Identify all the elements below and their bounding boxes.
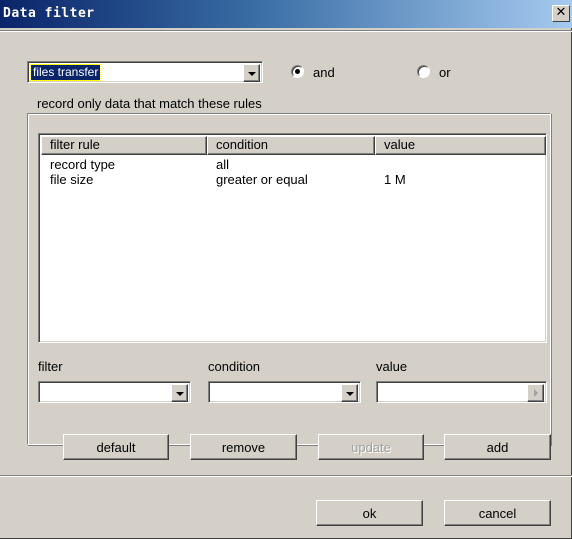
preset-select-value: files transfer <box>29 64 102 81</box>
column-header-filter-rule[interactable]: filter rule <box>41 136 207 155</box>
bottom-separator <box>0 475 572 477</box>
and-radio-label: and <box>313 65 335 80</box>
table-row[interactable]: file size greater or equal 1 M <box>41 172 544 187</box>
chevron-right-icon <box>527 384 544 402</box>
cancel-button[interactable]: cancel <box>444 500 551 526</box>
column-header-condition[interactable]: condition <box>207 136 375 155</box>
rules-table[interactable]: filter rule condition value record type … <box>38 133 547 343</box>
remove-button[interactable]: remove <box>190 434 297 460</box>
preset-select[interactable]: files transfer <box>27 61 263 83</box>
default-button[interactable]: default <box>63 434 169 460</box>
chevron-down-icon[interactable] <box>341 384 358 402</box>
or-radio[interactable]: or <box>417 63 467 81</box>
add-button[interactable]: add <box>444 434 551 460</box>
condition-select-value <box>212 385 216 400</box>
value-label: value <box>376 359 408 374</box>
cell-condition: greater or equal <box>216 172 308 187</box>
data-filter-dialog: Data filter ✕ files transfer and or reco… <box>0 0 572 539</box>
window-title: Data filter <box>3 6 95 21</box>
title-bar[interactable]: Data filter ✕ <box>0 0 572 28</box>
cell-filter-rule: record type <box>50 157 116 172</box>
cell-filter-rule: file size <box>50 172 94 187</box>
condition-label: condition <box>208 359 261 374</box>
chevron-down-icon[interactable] <box>171 384 188 402</box>
cell-condition: all <box>216 157 230 172</box>
and-radio[interactable]: and <box>291 63 361 81</box>
radio-unchecked-icon <box>417 65 430 78</box>
filter-label: filter <box>38 359 63 374</box>
table-row[interactable]: record type all <box>41 157 544 172</box>
cell-value: 1 M <box>384 172 406 187</box>
condition-select[interactable] <box>208 381 361 403</box>
update-button: update <box>318 434 424 460</box>
filter-select[interactable] <box>38 381 191 403</box>
column-header-value[interactable]: value <box>375 136 546 155</box>
rules-group-caption: record only data that match these rules <box>35 96 264 111</box>
radio-checked-icon <box>291 65 304 78</box>
ok-button[interactable]: ok <box>316 500 423 526</box>
value-field[interactable] <box>376 381 547 403</box>
close-button[interactable]: ✕ <box>552 5 570 22</box>
table-header: filter rule condition value <box>41 136 546 155</box>
value-field-text <box>380 385 384 400</box>
filter-select-value <box>42 385 46 400</box>
close-icon: ✕ <box>555 5 567 20</box>
or-radio-label: or <box>439 65 451 80</box>
top-separator <box>0 30 572 32</box>
chevron-down-icon[interactable] <box>243 64 260 82</box>
